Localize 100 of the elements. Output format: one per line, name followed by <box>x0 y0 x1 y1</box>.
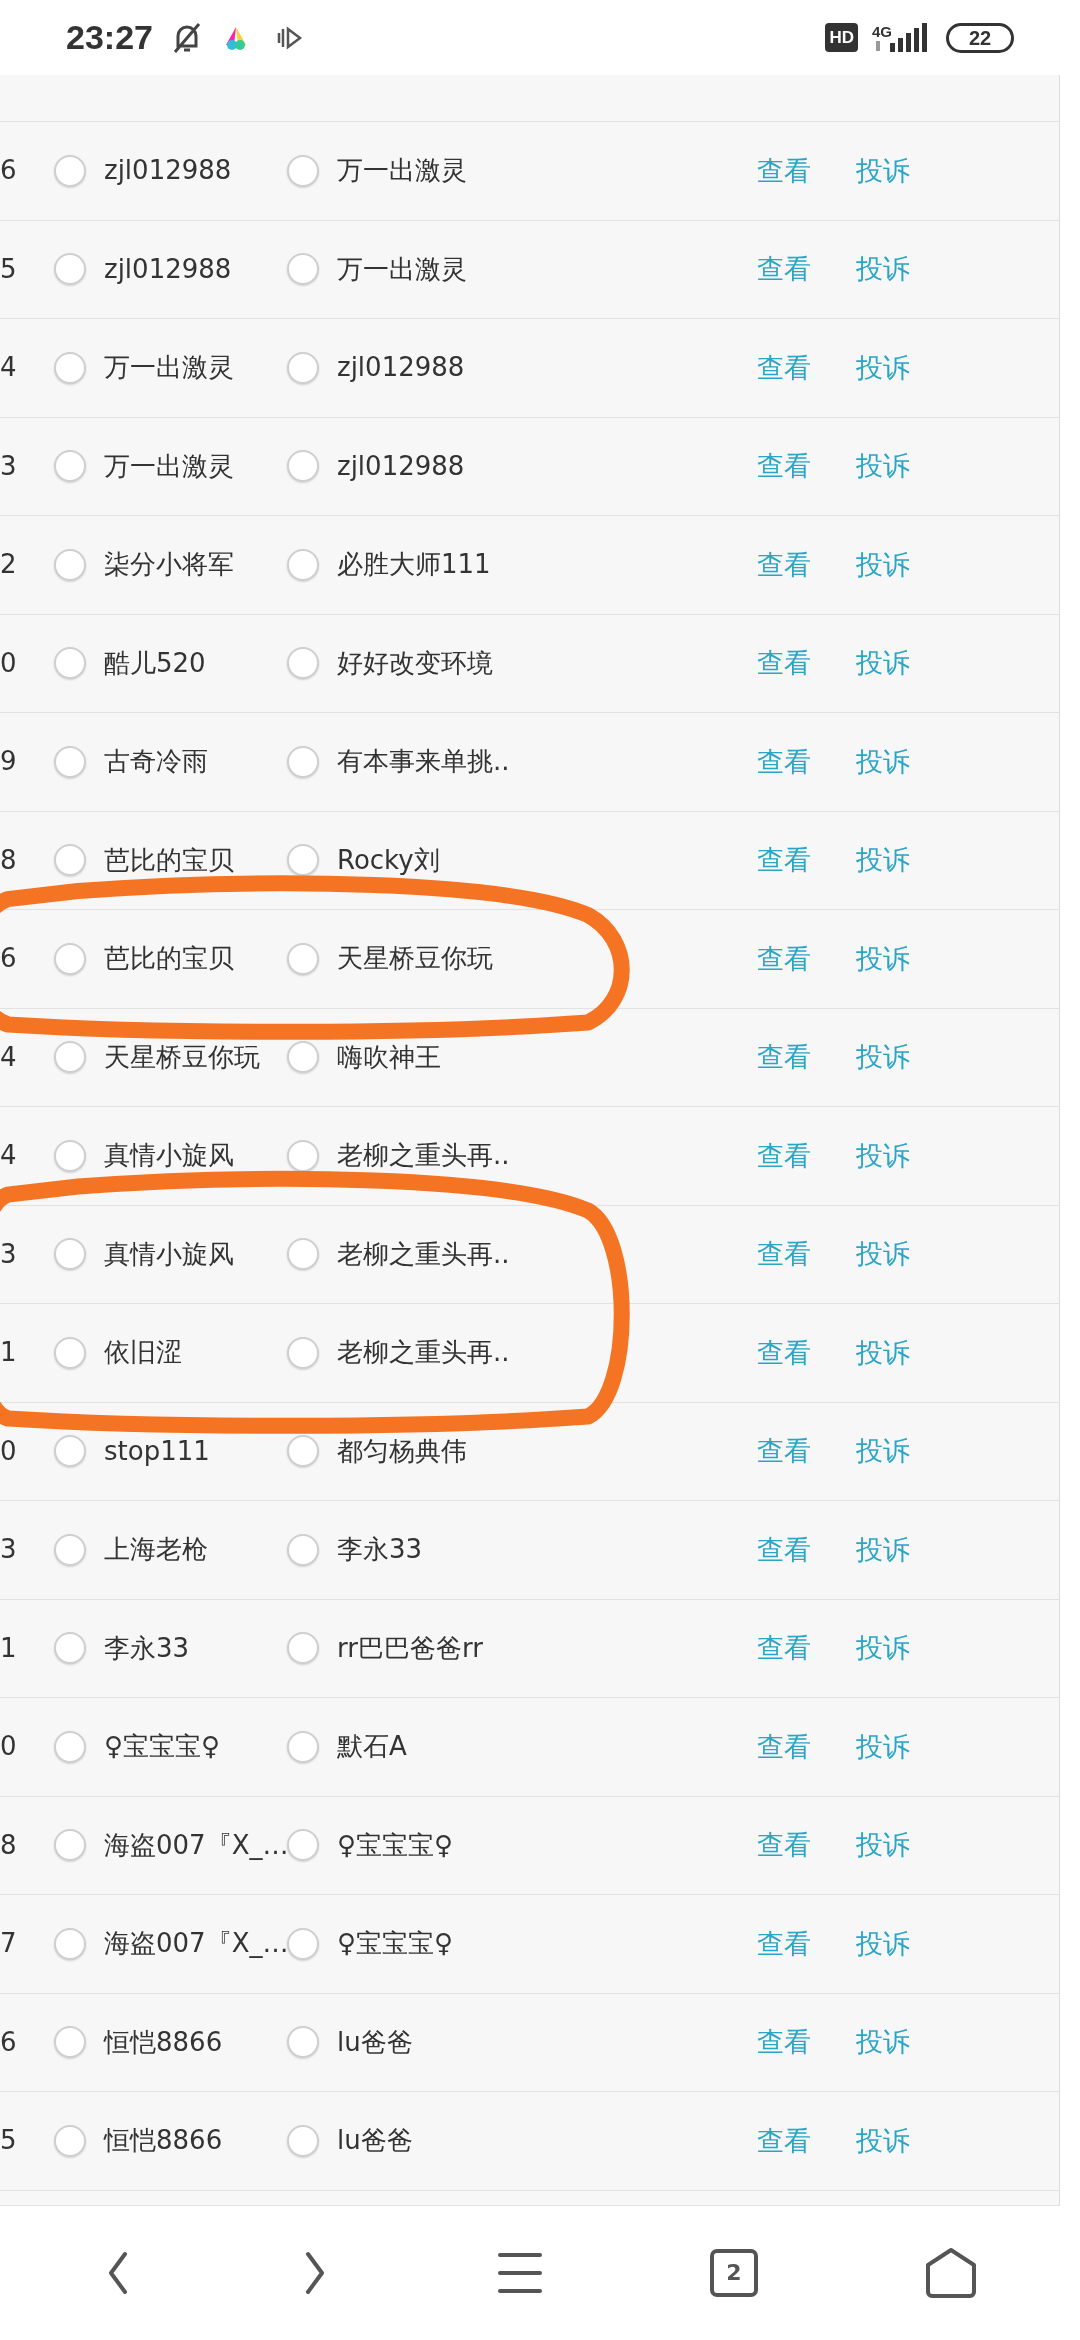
radio-button[interactable] <box>287 253 319 286</box>
radio-button[interactable] <box>287 1238 319 1271</box>
report-link[interactable]: 投诉 <box>856 446 910 487</box>
radio-button[interactable] <box>54 1435 86 1468</box>
view-link[interactable]: 查看 <box>757 1332 811 1373</box>
radio-button[interactable] <box>287 548 319 581</box>
player-name: 海盗007『X_… <box>104 1927 289 1961</box>
report-link[interactable]: 投诉 <box>856 2022 910 2063</box>
radio-button[interactable] <box>54 1139 86 1172</box>
radio-button[interactable] <box>54 844 86 877</box>
radio-button[interactable] <box>287 1139 319 1172</box>
radio-button[interactable] <box>287 351 319 384</box>
view-link[interactable]: 查看 <box>757 2120 811 2161</box>
radio-button[interactable] <box>287 745 319 778</box>
player-name: 万一出激灵 <box>104 449 234 483</box>
report-link[interactable]: 投诉 <box>856 1135 910 1176</box>
radio-button[interactable] <box>54 1829 86 1862</box>
view-link[interactable]: 查看 <box>757 1726 811 1767</box>
view-link[interactable]: 查看 <box>757 840 811 881</box>
radio-button[interactable] <box>287 1435 319 1468</box>
view-link[interactable]: 查看 <box>757 1037 811 1078</box>
view-link[interactable]: 查看 <box>757 741 811 782</box>
report-link[interactable]: 投诉 <box>856 347 910 388</box>
radio-button[interactable] <box>287 844 319 877</box>
radio-button[interactable] <box>287 2124 319 2157</box>
view-link[interactable]: 查看 <box>757 1628 811 1669</box>
radio-button[interactable] <box>287 1632 319 1665</box>
home-icon[interactable] <box>924 2246 977 2299</box>
radio-button[interactable] <box>287 1336 319 1369</box>
radio-button[interactable] <box>54 1041 86 1074</box>
radio-button[interactable] <box>54 253 86 286</box>
radio-button[interactable] <box>287 1533 319 1566</box>
report-link[interactable]: 投诉 <box>856 150 910 191</box>
radio-button[interactable] <box>54 1632 86 1665</box>
radio-button[interactable] <box>54 1238 86 1271</box>
radio-button[interactable] <box>54 2124 86 2157</box>
radio-button[interactable] <box>54 548 86 581</box>
report-link[interactable]: 投诉 <box>856 1529 910 1570</box>
view-link[interactable]: 查看 <box>757 249 811 290</box>
row-number: 2 <box>0 548 18 582</box>
report-link[interactable]: 投诉 <box>856 938 910 979</box>
report-link[interactable]: 投诉 <box>856 1037 910 1078</box>
report-link[interactable]: 投诉 <box>856 2120 910 2161</box>
radio-button[interactable] <box>54 2026 86 2059</box>
report-link[interactable]: 投诉 <box>856 643 910 684</box>
radio-button[interactable] <box>54 450 86 483</box>
radio-button[interactable] <box>287 1829 319 1862</box>
row-number: 5 <box>0 252 18 286</box>
radio-button[interactable] <box>54 647 86 680</box>
player-name: ♀宝宝宝♀ <box>104 1730 221 1764</box>
radio-button[interactable] <box>287 450 319 483</box>
view-link[interactable]: 查看 <box>757 643 811 684</box>
radio-button[interactable] <box>54 1730 86 1763</box>
report-link[interactable]: 投诉 <box>856 1234 910 1275</box>
radio-button[interactable] <box>287 1927 319 1960</box>
view-link[interactable]: 查看 <box>757 2022 811 2063</box>
radio-button[interactable] <box>54 1927 86 1960</box>
row-number: 4 <box>0 1040 18 1074</box>
report-link[interactable]: 投诉 <box>856 1726 910 1767</box>
report-link[interactable]: 投诉 <box>856 1431 910 1472</box>
view-link[interactable]: 查看 <box>757 1923 811 1964</box>
view-link[interactable]: 查看 <box>757 446 811 487</box>
report-link[interactable]: 投诉 <box>856 544 910 585</box>
radio-button[interactable] <box>54 1533 86 1566</box>
report-link[interactable]: 投诉 <box>856 840 910 881</box>
radio-button[interactable] <box>54 942 86 975</box>
player-name: zjl012988 <box>104 252 232 286</box>
row-number: 8 <box>0 843 18 877</box>
view-link[interactable]: 查看 <box>757 544 811 585</box>
view-link[interactable]: 查看 <box>757 1135 811 1176</box>
view-link[interactable]: 查看 <box>757 938 811 979</box>
radio-button[interactable] <box>54 351 86 384</box>
report-link[interactable]: 投诉 <box>856 1332 910 1373</box>
report-link[interactable]: 投诉 <box>856 249 910 290</box>
radio-button[interactable] <box>287 942 319 975</box>
radio-button[interactable] <box>54 1336 86 1369</box>
report-link[interactable]: 投诉 <box>856 741 910 782</box>
report-link[interactable]: 投诉 <box>856 1825 910 1866</box>
view-link[interactable]: 查看 <box>757 1234 811 1275</box>
player-name: 海盗007『X_… <box>104 1828 289 1862</box>
radio-button[interactable] <box>54 154 86 187</box>
view-link[interactable]: 查看 <box>757 1825 811 1866</box>
radio-button[interactable] <box>287 647 319 680</box>
report-link[interactable]: 投诉 <box>856 1628 910 1669</box>
player-name: 柒分小将军 <box>104 548 234 582</box>
view-link[interactable]: 查看 <box>757 347 811 388</box>
row-number: 0 <box>0 1730 18 1764</box>
menu-icon[interactable] <box>497 2251 543 2294</box>
view-link[interactable]: 查看 <box>757 150 811 191</box>
radio-button[interactable] <box>287 2026 319 2059</box>
view-link[interactable]: 查看 <box>757 1431 811 1472</box>
tabs-button[interactable]: 2 <box>709 2248 758 2297</box>
player-name: zjl012988 <box>337 351 465 385</box>
radio-button[interactable] <box>287 1730 319 1763</box>
view-link[interactable]: 查看 <box>757 1529 811 1570</box>
radio-button[interactable] <box>287 1041 319 1074</box>
radio-button[interactable] <box>54 745 86 778</box>
player-name: 万一出激灵 <box>104 351 234 385</box>
radio-button[interactable] <box>287 154 319 187</box>
report-link[interactable]: 投诉 <box>856 1923 910 1964</box>
